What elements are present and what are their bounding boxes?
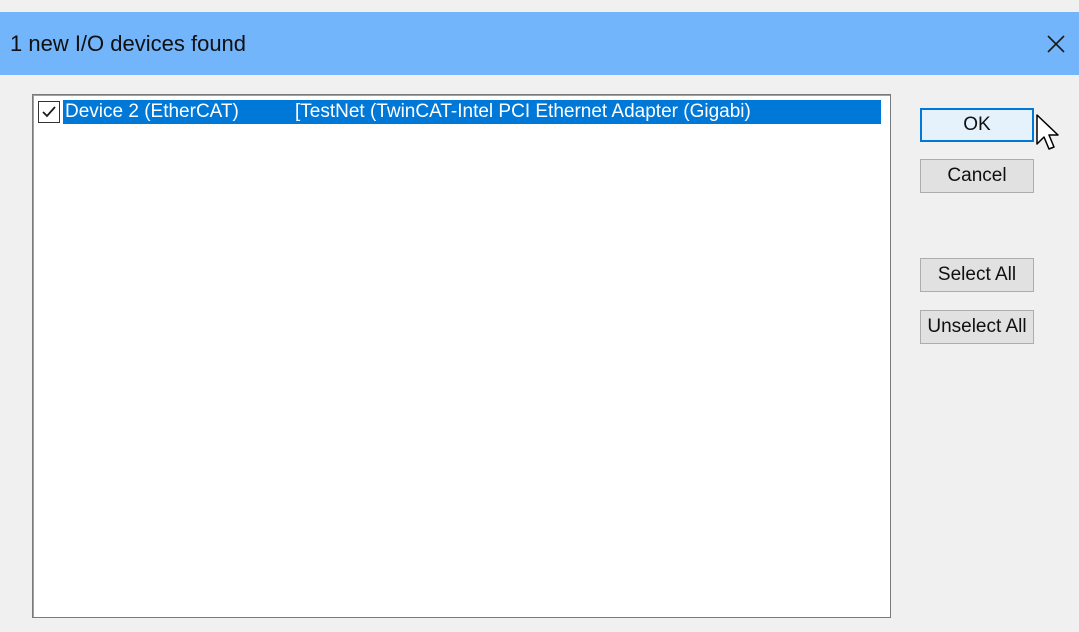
ok-button[interactable]: OK — [920, 108, 1034, 142]
unselect-all-button[interactable]: Unselect All — [920, 310, 1034, 344]
cancel-button[interactable]: Cancel — [920, 159, 1034, 193]
device-checkbox[interactable] — [38, 101, 60, 123]
io-devices-dialog: 1 new I/O devices found Device 2 (EtherC… — [0, 0, 1079, 632]
title-bar[interactable]: 1 new I/O devices found — [0, 12, 1079, 75]
close-icon — [1047, 34, 1065, 53]
mouse-pointer-icon — [1036, 114, 1059, 150]
window-title: 1 new I/O devices found — [10, 31, 247, 56]
checkmark-icon — [42, 106, 56, 118]
select-all-button[interactable]: Select All — [920, 258, 1034, 292]
device-detail: [TestNet (TwinCAT-Intel PCI Ethernet Ada… — [295, 101, 751, 122]
device-name: Device 2 (EtherCAT) — [65, 101, 239, 122]
close-button[interactable] — [1033, 12, 1079, 75]
device-label[interactable]: Device 2 (EtherCAT) [TestNet (TwinCAT-In… — [63, 100, 881, 124]
list-item[interactable]: Device 2 (EtherCAT) [TestNet (TwinCAT-In… — [36, 98, 887, 126]
device-list[interactable]: Device 2 (EtherCAT) [TestNet (TwinCAT-In… — [32, 94, 891, 618]
